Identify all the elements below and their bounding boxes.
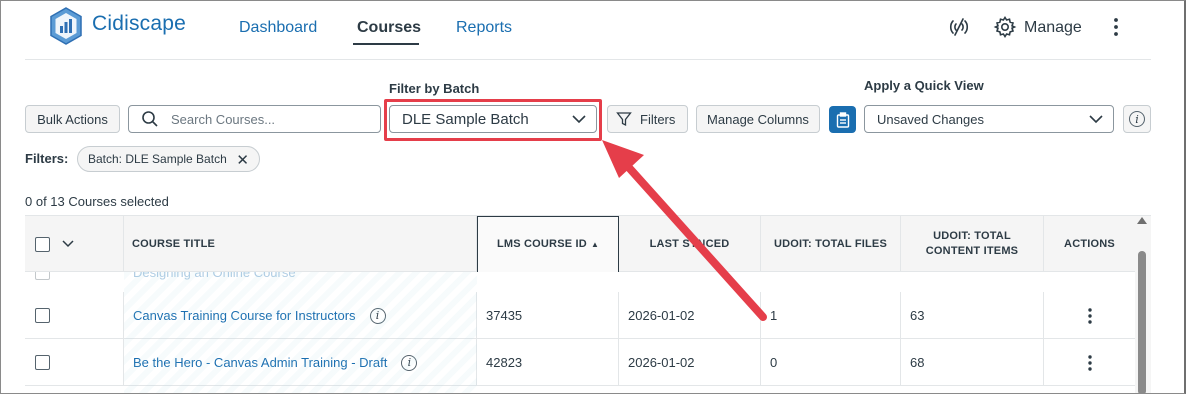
row-checkbox[interactable] — [35, 308, 50, 323]
select-all-checkbox[interactable] — [35, 236, 50, 252]
manage-menu-label[interactable]: Manage — [1024, 19, 1082, 37]
info-icon: i — [1129, 111, 1145, 127]
quick-view-select[interactable]: Unsaved Changes — [864, 105, 1114, 133]
active-nav-indicator — [353, 43, 419, 45]
row-select-cell — [25, 339, 124, 386]
column-header-total-content-items[interactable]: UDOIT: TOTAL CONTENT ITEMS — [901, 216, 1044, 272]
kebab-menu-icon[interactable] — [1087, 307, 1093, 325]
selection-status: 0 of 13 Courses selected — [25, 194, 169, 209]
scroll-up-arrow-icon[interactable] — [1137, 217, 1147, 224]
last-synced-cell: 2026-01-02 — [619, 339, 761, 386]
close-icon[interactable]: ✕ — [236, 151, 249, 169]
chevron-down-icon[interactable] — [62, 240, 74, 248]
quick-view-label: Apply a Quick View — [864, 78, 984, 93]
filter-chip-batch[interactable]: Batch: DLE Sample Batch ✕ — [77, 146, 260, 172]
clipboard-icon — [836, 111, 849, 128]
sort-ascending-icon: ▲ — [590, 240, 600, 249]
last-synced-cell: 2026-01-02 — [619, 292, 761, 339]
table-header: COURSE TITLE LMS COURSE ID ▲ LAST SYNCED… — [25, 216, 1135, 272]
info-icon[interactable]: i — [401, 354, 418, 371]
scrollbar-thumb[interactable] — [1138, 251, 1146, 393]
table-row[interactable]: Designing an Online Course — [25, 272, 1135, 282]
column-header-course-title[interactable]: COURSE TITLE — [124, 216, 477, 272]
nav-courses[interactable]: Courses — [357, 19, 421, 37]
table-row[interactable]: Canvas Training Course for Instructors i… — [25, 292, 1135, 339]
info-icon[interactable]: i — [369, 307, 386, 324]
lms-course-id-cell: 37435 — [477, 292, 619, 339]
search-icon — [142, 111, 158, 127]
gear-icon[interactable] — [993, 15, 1017, 39]
header-divider — [25, 59, 1151, 60]
offline-signal-icon[interactable] — [947, 15, 971, 39]
course-title-cell: Be the Hero - Canvas Admin Training - Dr… — [124, 339, 477, 386]
quick-view-select-value: Unsaved Changes — [877, 111, 984, 127]
course-title-link[interactable]: Designing an Online Course — [133, 272, 296, 280]
nav-dashboard[interactable]: Dashboard — [239, 19, 317, 37]
filter-funnel-icon — [616, 112, 632, 127]
filter-by-batch-label: Filter by Batch — [389, 81, 480, 96]
search-placeholder: Search Courses... — [171, 111, 276, 127]
nav-reports[interactable]: Reports — [456, 19, 512, 37]
table-row[interactable]: Be the Hero - Canvas Admin Training - Dr… — [25, 339, 1135, 386]
row-select-cell — [25, 292, 124, 339]
app-window: Cidiscape Dashboard Courses Reports Mana… — [0, 0, 1186, 394]
filters-button-label: Filters — [640, 111, 676, 127]
select-all-header[interactable] — [25, 216, 124, 272]
column-header-label: LMS COURSE ID — [496, 238, 587, 250]
bulk-actions-button[interactable]: Bulk Actions — [25, 105, 120, 133]
brand-name[interactable]: Cidiscape — [92, 12, 186, 36]
kebab-menu-icon[interactable] — [1087, 354, 1093, 372]
courses-table: COURSE TITLE LMS COURSE ID ▲ LAST SYNCED… — [25, 215, 1151, 393]
manage-columns-button[interactable]: Manage Columns — [696, 105, 820, 133]
total-content-items-cell: 68 — [901, 339, 1044, 386]
annotation-highlight-box — [384, 99, 602, 141]
total-content-items-cell: 63 — [901, 292, 1044, 339]
total-files-cell: 0 — [761, 339, 901, 386]
lms-course-id-cell: 42823 — [477, 339, 619, 386]
column-header-total-files[interactable]: UDOIT: TOTAL FILES — [761, 216, 901, 272]
column-header-actions: ACTIONS — [1064, 237, 1115, 250]
row-checkbox[interactable] — [35, 355, 50, 370]
column-header-last-synced[interactable]: LAST SYNCED — [619, 216, 761, 272]
course-title-cell: Canvas Training Course for Instructors i — [124, 292, 477, 339]
filters-button[interactable]: Filters — [607, 105, 688, 133]
row-actions-cell — [1044, 292, 1135, 339]
save-view-button[interactable] — [829, 106, 856, 133]
active-filters-label: Filters: — [25, 151, 69, 166]
row-checkbox[interactable] — [35, 272, 50, 280]
search-courses-input[interactable]: Search Courses... — [128, 105, 381, 133]
course-title-link[interactable]: Canvas Training Course for Instructors — [133, 308, 356, 323]
quick-view-info-button[interactable]: i — [1123, 105, 1151, 133]
chevron-down-icon — [1089, 114, 1103, 123]
total-files-cell: 1 — [761, 292, 901, 339]
column-header-lms-course-id[interactable]: LMS COURSE ID ▲ — [477, 216, 619, 272]
filter-chip-label: Batch: DLE Sample Batch — [88, 152, 227, 166]
cidiscape-logo-icon[interactable] — [49, 7, 83, 45]
row-actions-cell — [1044, 339, 1135, 386]
kebab-menu-icon[interactable] — [1104, 15, 1128, 39]
course-title-link[interactable]: Be the Hero - Canvas Admin Training - Dr… — [133, 355, 387, 370]
